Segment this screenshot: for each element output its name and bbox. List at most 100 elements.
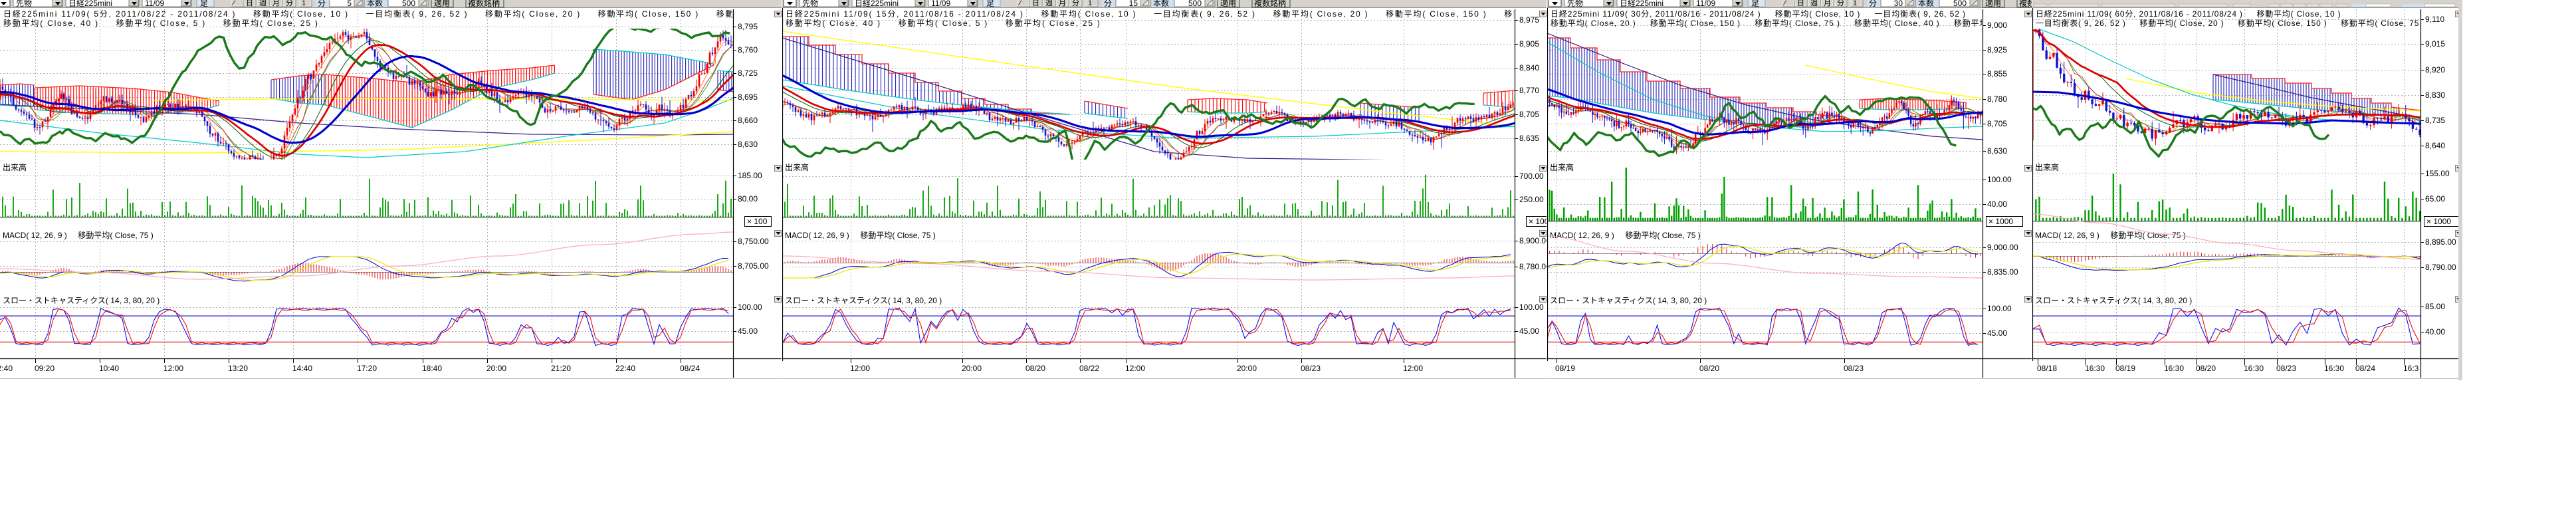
svg-text:日: 日 — [1032, 0, 1039, 7]
svg-text:100.00: 100.00 — [738, 303, 762, 312]
svg-text:分: 分 — [1837, 0, 1844, 7]
svg-text:週: 週 — [1810, 0, 1818, 7]
svg-text:20:00: 20:00 — [962, 364, 982, 373]
svg-text:8,830: 8,830 — [2425, 90, 2445, 100]
svg-text:× 1000: × 1000 — [1988, 217, 2013, 226]
svg-text:12:00: 12:00 — [850, 364, 870, 373]
svg-text:適用: 適用 — [1220, 0, 1236, 8]
svg-text:出来高: 出来高 — [785, 162, 809, 172]
svg-text:1: 1 — [1088, 0, 1092, 7]
svg-text:08/22: 08/22 — [1079, 364, 1099, 373]
svg-text:155.00: 155.00 — [2425, 169, 2450, 178]
svg-text:日経225mini: 日経225mini — [68, 0, 112, 8]
svg-text:500: 500 — [1953, 0, 1967, 8]
svg-text:複数銘柄: 複数銘柄 — [1254, 0, 1286, 8]
svg-text:月: 月 — [1824, 0, 1831, 7]
svg-text:一目均衡表( 9, 26, 52 ) 移動平均( C: 一目均衡表( 9, 26, 52 ) 移動平均( Close, 20 ) 移動平… — [2036, 19, 2425, 28]
svg-text:分: 分 — [286, 0, 293, 7]
svg-text:スロー・ストキャスティクス( 14, 3, 80, 20 ): スロー・ストキャスティクス( 14, 3, 80, 20 ) — [3, 296, 160, 305]
svg-text:8,780.00: 8,780.00 — [1519, 262, 1551, 271]
svg-text:8,900.00: 8,900.00 — [1519, 236, 1551, 245]
svg-text:100.00: 100.00 — [1987, 304, 2012, 313]
svg-text:5: 5 — [347, 0, 352, 8]
svg-text:10:40: 10:40 — [99, 364, 119, 373]
svg-text:02:40: 02:40 — [0, 364, 13, 373]
svg-text:16:30: 16:30 — [2244, 364, 2264, 373]
svg-text:185.00: 185.00 — [738, 171, 762, 180]
svg-text:8,905: 8,905 — [1519, 39, 1539, 49]
svg-text:12:00: 12:00 — [1125, 364, 1145, 373]
svg-text:30: 30 — [1894, 0, 1903, 8]
svg-text:15: 15 — [1129, 0, 1138, 8]
svg-text:09:20: 09:20 — [35, 364, 54, 373]
svg-text:40.00: 40.00 — [2425, 327, 2445, 336]
svg-text:8,925: 8,925 — [1987, 45, 2007, 55]
svg-text:本数: 本数 — [1918, 0, 1934, 8]
svg-text:22:40: 22:40 — [615, 364, 635, 373]
svg-text:08/19: 08/19 — [2115, 364, 2135, 373]
svg-text:スロー・ストキャスティクス( 14, 3, 80, 20 ): スロー・ストキャスティクス( 14, 3, 80, 20 ) — [1550, 296, 1707, 305]
svg-text:先物: 先物 — [802, 0, 818, 8]
svg-text:日経225mini 11/09( 30分, 2011/08/: 日経225mini 11/09( 30分, 2011/08/16 - 2011/… — [1551, 9, 1966, 19]
svg-text:本数: 本数 — [1153, 0, 1169, 8]
svg-text:100.00: 100.00 — [1519, 303, 1544, 312]
svg-text:月: 月 — [272, 0, 280, 7]
svg-text:08/23: 08/23 — [2276, 364, 2296, 373]
svg-text:45.00: 45.00 — [1519, 326, 1539, 336]
svg-text:分: 分 — [318, 0, 326, 8]
svg-text:日: 日 — [246, 0, 253, 7]
svg-text:45.00: 45.00 — [1987, 328, 2007, 338]
svg-text:9,015: 9,015 — [2425, 39, 2445, 49]
svg-text:8,630: 8,630 — [1987, 146, 2007, 156]
svg-text:9,000: 9,000 — [1987, 21, 2007, 30]
svg-text:8,790.00: 8,790.00 — [2425, 263, 2456, 272]
svg-text:週: 週 — [1045, 0, 1053, 7]
svg-text:× 100: × 100 — [1529, 217, 1549, 226]
svg-text:足: 足 — [200, 0, 208, 8]
svg-text:700.00: 700.00 — [1519, 172, 1544, 181]
svg-text:MACD( 12, 26, 9 ) 移動平均( Cl: MACD( 12, 26, 9 ) 移動平均( Close, 75 ) — [1550, 231, 1701, 240]
svg-text:本数: 本数 — [367, 0, 383, 8]
svg-text:8,770: 8,770 — [1519, 86, 1539, 95]
svg-text:9,110: 9,110 — [2425, 15, 2444, 24]
svg-text:17:20: 17:20 — [357, 364, 377, 373]
svg-text:65.00: 65.00 — [2425, 194, 2445, 203]
svg-text:8,780: 8,780 — [1987, 94, 2007, 104]
svg-text:8,630: 8,630 — [738, 140, 758, 149]
svg-text:08/20: 08/20 — [1699, 364, 1719, 373]
svg-text:16:3: 16:3 — [2403, 364, 2419, 373]
svg-text:出来高: 出来高 — [2035, 162, 2059, 172]
svg-text:18:40: 18:40 — [422, 364, 442, 373]
svg-text:8,705: 8,705 — [1519, 110, 1539, 119]
svg-text:8,750.00: 8,750.00 — [738, 237, 769, 246]
svg-text:日経225mini: 日経225mini — [1620, 0, 1664, 8]
svg-text:出来高: 出来高 — [1550, 162, 1574, 172]
svg-text:11/09: 11/09 — [145, 0, 164, 8]
svg-text:20:00: 20:00 — [1237, 364, 1257, 373]
svg-text:08/20: 08/20 — [1025, 364, 1045, 373]
svg-text:11/09: 11/09 — [931, 0, 950, 8]
svg-text:MACD( 12, 26, 9 ) 移動平均( Cl: MACD( 12, 26, 9 ) 移動平均( Close, 75 ) — [3, 231, 154, 240]
svg-text:500: 500 — [402, 0, 415, 8]
svg-text:12:00: 12:00 — [1403, 364, 1423, 373]
svg-text:8,840: 8,840 — [1519, 63, 1539, 72]
svg-text:8,705.00: 8,705.00 — [738, 261, 769, 271]
svg-text:8,895.00: 8,895.00 — [2425, 237, 2456, 247]
svg-text:16:30: 16:30 — [2085, 364, 2105, 373]
svg-text:08/19: 08/19 — [1555, 364, 1575, 373]
svg-text:80.00: 80.00 — [738, 194, 758, 203]
svg-text:8,725: 8,725 — [738, 68, 758, 78]
svg-text:8,635: 8,635 — [1519, 134, 1539, 143]
svg-text:11/09: 11/09 — [1696, 0, 1715, 8]
svg-text:21:20: 21:20 — [551, 364, 571, 373]
svg-text:500: 500 — [1188, 0, 1202, 8]
svg-text:移動平均( Close, 20 ) 移動平均( Cl: 移動平均( Close, 20 ) 移動平均( Close, 150 ) 移動平… — [1551, 19, 1991, 28]
svg-text:8,855: 8,855 — [1987, 69, 2007, 78]
svg-text:8,920: 8,920 — [2425, 65, 2445, 74]
svg-text:日経225mini 11/09( 60分, 2011/08/: 日経225mini 11/09( 60分, 2011/08/16 - 2011/… — [2036, 9, 2341, 19]
svg-text:足: 足 — [1751, 0, 1759, 8]
svg-text:16:30: 16:30 — [2164, 364, 2184, 373]
svg-text:足: 足 — [986, 0, 994, 8]
svg-text:8,695: 8,695 — [738, 92, 758, 102]
svg-text:8,660: 8,660 — [738, 116, 758, 125]
